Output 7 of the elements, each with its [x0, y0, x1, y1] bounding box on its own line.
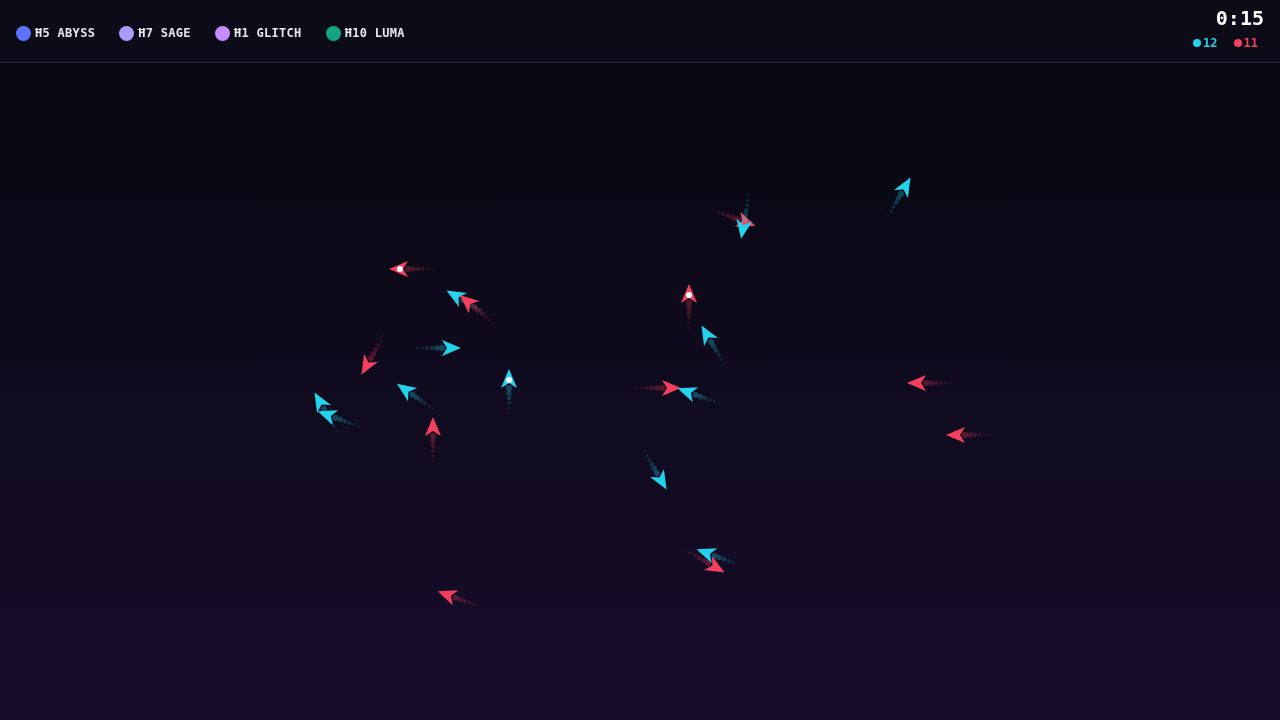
- match-timer: 0:15: [1215, 6, 1264, 30]
- team-score: 12: [1203, 35, 1218, 52]
- team-score: 11: [1243, 35, 1258, 52]
- player-name: Ħ5 ABYSS: [35, 25, 96, 42]
- player-name: Ħ1 GLITCH: [233, 25, 302, 42]
- player-name: Ħ7 SAGE: [138, 25, 191, 42]
- player-name: Ħ10 LUMA: [344, 25, 405, 42]
